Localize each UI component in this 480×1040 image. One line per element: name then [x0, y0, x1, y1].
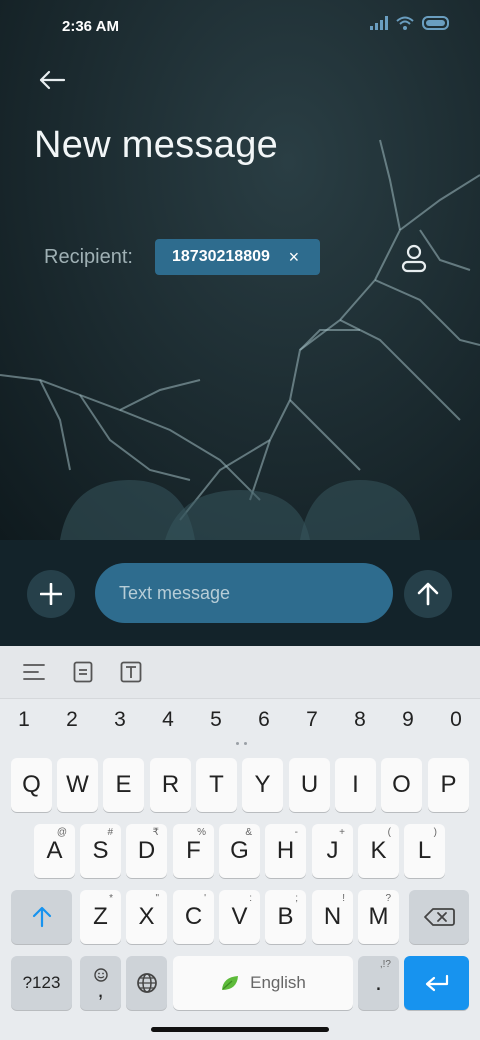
status-time: 2:36 AM: [62, 18, 119, 35]
symbols-key[interactable]: ?123: [11, 956, 72, 1010]
key-number[interactable]: 5: [201, 708, 231, 732]
key-number[interactable]: 9: [393, 708, 423, 732]
key-letter[interactable]: Y: [242, 758, 283, 812]
enter-key[interactable]: [404, 956, 469, 1010]
key-letter[interactable]: ! N: [312, 890, 353, 944]
clipboard-icon[interactable]: [71, 660, 95, 684]
key-letter[interactable]: Q: [11, 758, 52, 812]
key-letter[interactable]: E: [103, 758, 144, 812]
key-letter[interactable]: ) L: [404, 824, 445, 878]
wifi-icon: [396, 16, 414, 30]
key-number[interactable]: 8: [345, 708, 375, 732]
key-letter[interactable]: (K: [358, 824, 399, 878]
home-indicator[interactable]: [151, 1027, 329, 1032]
send-button[interactable]: [404, 570, 452, 618]
period-key[interactable]: ,!? .: [358, 956, 399, 1010]
text-format-icon[interactable]: [119, 660, 143, 684]
status-bar: 2:36 AM: [0, 0, 480, 56]
key-letter[interactable]: T: [196, 758, 237, 812]
key-letter[interactable]: P: [428, 758, 469, 812]
remove-recipient-icon[interactable]: ×: [284, 247, 304, 268]
key-number[interactable]: 0: [441, 708, 471, 732]
recipient-label: Recipient:: [44, 246, 133, 268]
key-number[interactable]: 7: [297, 708, 327, 732]
recipient-chip[interactable]: 18730218809 ×: [155, 239, 320, 275]
keyboard-toolbar: [0, 646, 480, 699]
number-row: 1 2 3 4 5 6 7 8 9 0: [0, 708, 480, 738]
shift-arrow-icon: [32, 906, 51, 928]
key-letter[interactable]: R: [150, 758, 191, 812]
signal-icon: [370, 16, 388, 30]
key-letter[interactable]: O: [381, 758, 422, 812]
key-letter[interactable]: ₹ D: [126, 824, 167, 878]
key-letter[interactable]: & G: [219, 824, 260, 878]
globe-icon: [136, 973, 157, 993]
shift-key[interactable]: [11, 890, 72, 944]
key-letter[interactable]: " X: [126, 890, 167, 944]
contact-picker-button[interactable]: [398, 240, 430, 276]
leaf-icon: [222, 976, 239, 990]
screen: 2:36 AM New message Recipient: 187302188…: [0, 0, 480, 1040]
battery-icon: [422, 16, 449, 30]
enter-icon: [425, 974, 448, 992]
person-icon: [401, 244, 427, 273]
key-letter[interactable]: ' C: [173, 890, 214, 944]
keyboard: 1 2 3 4 5 6 7 8 9 0 Q W E R T Y U I O P …: [0, 646, 480, 1040]
key-number[interactable]: 3: [105, 708, 135, 732]
language-key[interactable]: [126, 956, 167, 1010]
message-input[interactable]: [95, 563, 393, 623]
key-letter[interactable]: % F: [173, 824, 214, 878]
emoji-comma-key[interactable]: ,: [80, 956, 121, 1010]
key-letter[interactable]: I: [335, 758, 376, 812]
key-letter[interactable]: + J: [312, 824, 353, 878]
attach-button[interactable]: [27, 570, 75, 618]
plus-icon: [40, 583, 62, 605]
backspace-icon: [424, 908, 455, 926]
key-number[interactable]: 1: [9, 708, 39, 732]
recipient-number: 18730218809: [172, 248, 270, 265]
key-letter[interactable]: @ A: [34, 824, 75, 878]
key-letter[interactable]: ? M: [358, 890, 399, 944]
key-letter[interactable]: W: [57, 758, 98, 812]
key-letter[interactable]: ; B: [265, 890, 306, 944]
key-letter[interactable]: # S: [80, 824, 121, 878]
key-letter[interactable]: -H: [265, 824, 306, 878]
key-number[interactable]: 2: [57, 708, 87, 732]
send-arrow-icon: [417, 582, 439, 606]
status-icons: [370, 16, 450, 30]
space-key[interactable]: English: [173, 956, 353, 1010]
key-letter[interactable]: U: [289, 758, 330, 812]
key-number[interactable]: 6: [249, 708, 279, 732]
back-button[interactable]: [34, 62, 70, 98]
page-dots: [236, 742, 252, 748]
key-number[interactable]: 4: [153, 708, 183, 732]
backspace-key[interactable]: [409, 890, 469, 944]
menu-icon[interactable]: [22, 660, 46, 684]
key-letter[interactable]: * Z: [80, 890, 121, 944]
key-letter[interactable]: :V: [219, 890, 260, 944]
page-title: New message: [34, 124, 279, 166]
back-arrow-icon: [39, 70, 66, 90]
